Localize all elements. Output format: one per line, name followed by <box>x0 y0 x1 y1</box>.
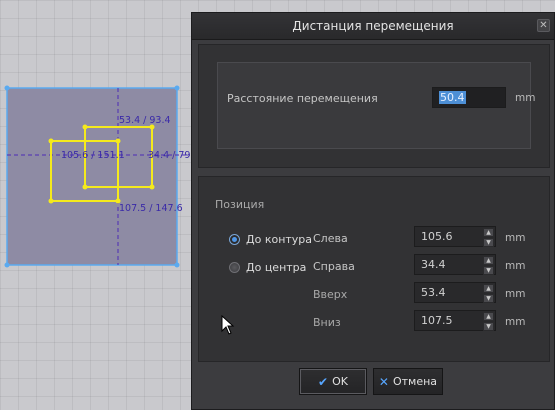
field-down-value: 107.5 <box>421 314 453 327</box>
field-right-spinner[interactable]: ▲ ▼ <box>483 256 494 275</box>
check-icon: ✔ <box>318 374 329 389</box>
field-up-unit: mm <box>505 288 526 300</box>
distance-input[interactable]: 50.4 <box>432 87 506 108</box>
field-left-spinner[interactable]: ▲ ▼ <box>483 228 494 247</box>
field-down-spinner[interactable]: ▲ ▼ <box>483 312 494 331</box>
cancel-x-icon: ✕ <box>378 374 389 389</box>
field-down-unit: mm <box>505 316 526 328</box>
field-left-value: 105.6 <box>421 230 453 243</box>
field-left-label: Слева <box>313 232 348 245</box>
distance-inner-panel: Расстояние перемещения 50.4 mm <box>217 62 535 149</box>
radio-to-center-indicator[interactable] <box>229 262 240 273</box>
position-section-label: Позиция <box>215 198 265 211</box>
spin-down-icon[interactable]: ▼ <box>483 294 494 303</box>
radio-to-contour[interactable]: До контура <box>229 233 312 246</box>
spin-up-icon[interactable]: ▲ <box>483 312 494 321</box>
spin-up-icon[interactable]: ▲ <box>483 284 494 293</box>
radio-to-contour-label: До контура <box>246 233 313 246</box>
field-right-input[interactable]: 34.4 ▲ ▼ <box>414 254 496 275</box>
dimension-top: 53.4 / 93.4 <box>119 115 171 126</box>
field-right-label: Справа <box>313 260 355 273</box>
move-distance-dialog: Дистанция перемещения ✕ Расстояние перем… <box>191 12 555 410</box>
field-left-unit: mm <box>505 232 526 244</box>
field-right-unit: mm <box>505 260 526 272</box>
field-up-value: 53.4 <box>421 286 446 299</box>
position-panel: Позиция До контура До центра Слева 105.6… <box>198 176 550 362</box>
dimension-bottom: 107.5 / 147.6 <box>119 203 183 214</box>
distance-panel: Расстояние перемещения 50.4 mm <box>198 44 550 168</box>
distance-label: Расстояние перемещения <box>227 92 378 105</box>
field-right-value: 34.4 <box>421 258 446 271</box>
radio-to-center-label: До центра <box>246 261 307 274</box>
spin-down-icon[interactable]: ▼ <box>483 266 494 275</box>
cancel-button[interactable]: ✕ Отмена <box>373 368 443 395</box>
spin-down-icon[interactable]: ▼ <box>483 238 494 247</box>
radio-to-center[interactable]: До центра <box>229 261 306 274</box>
dialog-title: Дистанция перемещения <box>292 19 454 33</box>
radio-to-contour-indicator[interactable] <box>229 234 240 245</box>
distance-value: 50.4 <box>439 91 466 104</box>
spin-up-icon[interactable]: ▲ <box>483 228 494 237</box>
field-left-input[interactable]: 105.6 ▲ ▼ <box>414 226 496 247</box>
field-down-input[interactable]: 107.5 ▲ ▼ <box>414 310 496 331</box>
ok-button-label: OK <box>332 375 348 388</box>
spin-up-icon[interactable]: ▲ <box>483 256 494 265</box>
spin-down-icon[interactable]: ▼ <box>483 322 494 331</box>
field-up-spinner[interactable]: ▲ ▼ <box>483 284 494 303</box>
field-up-label: Вверх <box>313 288 348 301</box>
close-icon[interactable]: ✕ <box>537 19 550 32</box>
dialog-titlebar[interactable]: Дистанция перемещения ✕ <box>192 13 554 40</box>
distance-unit: mm <box>515 92 536 104</box>
field-up-input[interactable]: 53.4 ▲ ▼ <box>414 282 496 303</box>
cancel-button-label: Отмена <box>392 375 438 388</box>
ok-button[interactable]: ✔ OK <box>299 368 367 395</box>
mouse-cursor-icon <box>221 315 235 335</box>
field-down-label: Вниз <box>313 316 341 329</box>
dimension-right: 34.4 / 79. <box>148 150 194 161</box>
dimension-left: 105.6 / 151.1 <box>61 150 125 161</box>
canvas-preview[interactable]: 53.4 / 93.4 105.6 / 151.1 34.4 / 79. 107… <box>0 0 200 410</box>
